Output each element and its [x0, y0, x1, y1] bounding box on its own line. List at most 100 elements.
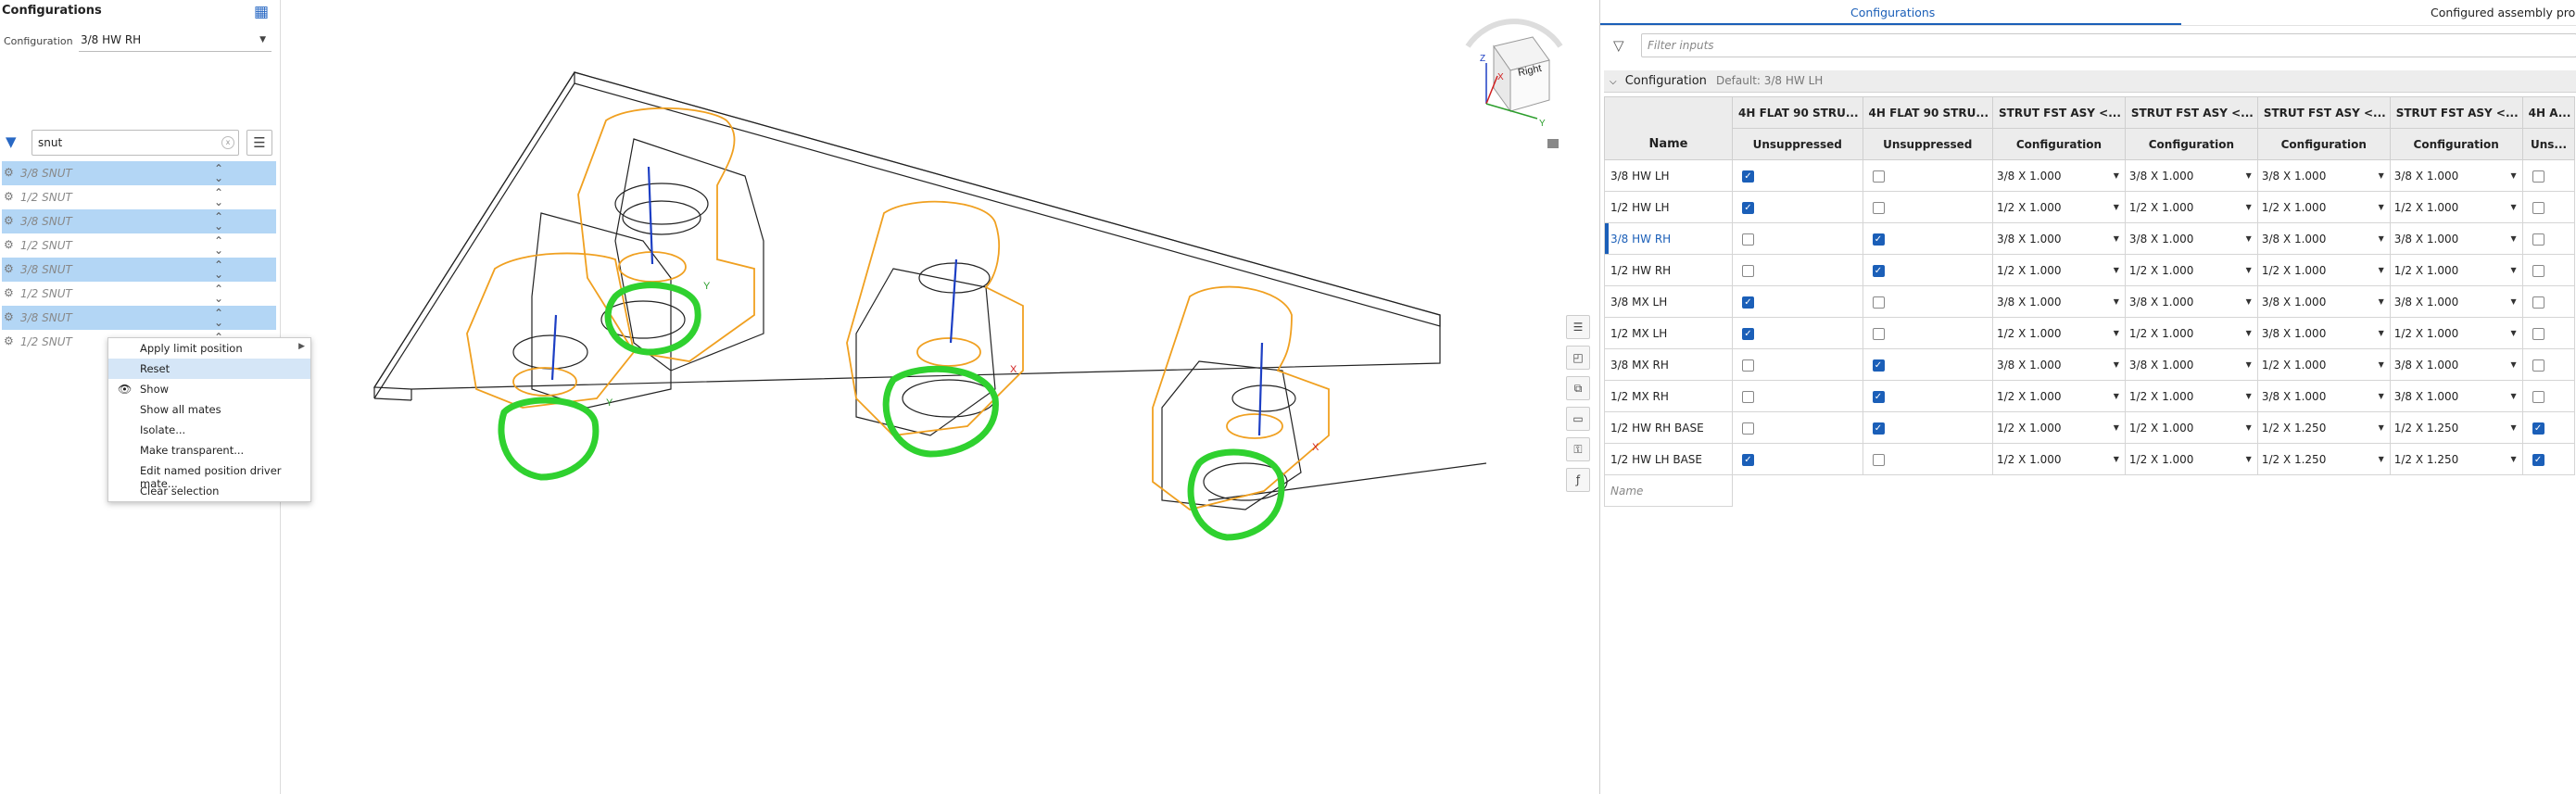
configuration-section-header[interactable]: ⌵ Configuration Default: 3/8 HW LH: [1604, 70, 2576, 93]
context-menu-item[interactable]: Apply limit position ▶: [108, 338, 310, 359]
context-menu-item[interactable]: Show all mates: [108, 399, 310, 420]
unsuppressed-cell-1[interactable]: [1732, 411, 1863, 444]
configuration-dropdown[interactable]: 3/8 X 1.000 ▼: [2389, 285, 2523, 318]
checkbox[interactable]: [1742, 390, 1754, 403]
mate-list-item[interactable]: ⚙ 3/8 SNUT ⌃ ⌄: [2, 161, 276, 185]
table-row[interactable]: 1/2 HW LH BASE ✓ 1/2 X 1.000 ▼ 1/2 X 1.000 ▼ 1…: [1604, 443, 2576, 475]
unsuppressed-cell-2[interactable]: ✓: [1862, 254, 1993, 286]
checkbox[interactable]: ✓: [1742, 170, 1754, 183]
drag-handle-icon[interactable]: ⌃⌄: [214, 259, 223, 280]
tab-configured-assembly-properties[interactable]: Configured assembly prope: [2431, 6, 2576, 19]
configuration-dropdown[interactable]: 1/2 X 1.000 ▼: [2124, 380, 2258, 412]
unsuppressed-cell-2[interactable]: ✓: [1862, 380, 1993, 412]
properties-icon[interactable]: ☰: [1566, 315, 1590, 339]
drag-handle-icon[interactable]: ⌃⌄: [214, 187, 223, 208]
unsuppressed-cell-1[interactable]: ✓: [1732, 285, 1863, 318]
configuration-name[interactable]: 1/2 HW LH: [1604, 191, 1733, 223]
mate-list-item[interactable]: ⚙ 3/8 SNUT ⌃ ⌄: [2, 258, 276, 282]
context-menu-item[interactable]: Edit named position driver mate...: [108, 460, 310, 490]
checkbox[interactable]: ✓: [1742, 201, 1754, 214]
mate-list-item[interactable]: ⚙ 1/2 SNUT ⌃⌄: [2, 185, 276, 209]
checkbox[interactable]: [1742, 359, 1754, 372]
unsuppressed-cell-1[interactable]: [1732, 348, 1863, 381]
list-view-icon[interactable]: ☰: [246, 130, 272, 156]
unsuppressed-cell-2[interactable]: [1862, 191, 1993, 223]
configuration-dropdown[interactable]: 1/2 X 1.000 ▼: [1992, 191, 2126, 223]
checkbox[interactable]: [2532, 327, 2544, 340]
checkbox[interactable]: [1742, 422, 1754, 435]
drag-handle-icon[interactable]: ⌃⌄: [214, 211, 223, 232]
configuration-dropdown[interactable]: 3/8 X 1.000 ▼: [2124, 222, 2258, 255]
configuration-dropdown[interactable]: 1/2 X 1.000 ▼: [2256, 254, 2391, 286]
unsuppressed-cell-2[interactable]: [1862, 159, 1993, 192]
configuration-dropdown[interactable]: 1/2 X 1.000 ▼: [2389, 317, 2523, 349]
checkbox[interactable]: ✓: [1872, 422, 1885, 435]
checkbox[interactable]: [1872, 170, 1885, 183]
table-row[interactable]: 1/2 HW RH BASE ✓ 1/2 X 1.000 ▼ 1/2 X 1.000 ▼ 1…: [1604, 411, 2576, 444]
configuration-dropdown[interactable]: 1/2 X 1.000 ▼: [2256, 191, 2391, 223]
unsuppressed-cell-1[interactable]: ✓: [1732, 191, 1863, 223]
checkbox[interactable]: ✓: [1742, 296, 1754, 309]
configuration-dropdown[interactable]: 1/2 X 1.000 ▼: [2124, 191, 2258, 223]
configuration-dropdown[interactable]: 3/8 X 1.000 ▼: [1992, 222, 2126, 255]
column-header-title[interactable]: 4H FLAT 90 STRU...: [1862, 96, 1993, 129]
unsuppressed-cell-7[interactable]: [2521, 348, 2576, 381]
configuration-dropdown[interactable]: 1/2 X 1.000 ▼: [2389, 191, 2523, 223]
configuration-name[interactable]: 1/2 HW RH: [1604, 254, 1733, 286]
configuration-dropdown[interactable]: 1/2 X 1.000 ▼: [1992, 380, 2126, 412]
checkbox[interactable]: [1872, 201, 1885, 214]
context-menu-item[interactable]: Isolate...: [108, 420, 310, 440]
table-row[interactable]: 3/8 HW RH ✓ 3/8 X 1.000 ▼ 3/8 X 1.000 ▼ 3/8 X …: [1604, 222, 2576, 255]
configuration-dropdown[interactable]: 1/2 X 1.000 ▼: [1992, 317, 2126, 349]
checkbox[interactable]: [2532, 233, 2544, 246]
checkbox[interactable]: ✓: [2532, 453, 2544, 466]
unsuppressed-cell-7[interactable]: ✓: [2521, 411, 2576, 444]
checkbox[interactable]: [2532, 359, 2544, 372]
configuration-dropdown[interactable]: 1/2 X 1.000 ▼: [1992, 411, 2126, 444]
configuration-name[interactable]: 1/2 MX LH: [1604, 317, 1733, 349]
checkbox[interactable]: ✓: [2532, 422, 2544, 435]
configuration-dropdown[interactable]: 3/8 X 1.000 ▼: [2256, 380, 2391, 412]
new-configuration-name-input[interactable]: Name: [1604, 474, 1733, 507]
filter-icon[interactable]: ▼: [6, 133, 17, 150]
unsuppressed-cell-1[interactable]: [1732, 222, 1863, 255]
checkbox[interactable]: [2532, 296, 2544, 309]
checkbox[interactable]: [1872, 296, 1885, 309]
column-header-title[interactable]: 4H FLAT 90 STRU...: [1732, 96, 1863, 129]
parts-icon[interactable]: ◰: [1566, 346, 1590, 370]
assembly-drawing[interactable]: Y Y X X: [282, 0, 1597, 794]
unsuppressed-cell-1[interactable]: ✓: [1732, 317, 1863, 349]
unsuppressed-cell-7[interactable]: [2521, 285, 2576, 318]
variables-icon[interactable]: ƒ: [1566, 468, 1590, 492]
unsuppressed-cell-7[interactable]: [2521, 159, 2576, 192]
configuration-dropdown[interactable]: 1/2 X 1.250 ▼: [2256, 411, 2391, 444]
search-input[interactable]: snut x: [32, 130, 239, 156]
mate-list-item[interactable]: ⚙ 3/8 SNUT ⌃ ⌄: [2, 306, 276, 330]
column-header-title[interactable]: STRUT FST ASY <...: [2256, 96, 2391, 129]
mates-icon[interactable]: ⧉: [1566, 376, 1590, 400]
configuration-name[interactable]: 3/8 HW LH: [1604, 159, 1733, 192]
configuration-name[interactable]: 3/8 MX LH: [1604, 285, 1733, 318]
checkbox[interactable]: [1742, 233, 1754, 246]
configuration-dropdown[interactable]: 3/8 X 1.000 ▼: [2124, 348, 2258, 381]
drag-handle-icon[interactable]: ⌃⌄: [214, 163, 223, 183]
filter-icon[interactable]: ▽: [1613, 37, 1624, 54]
unsuppressed-cell-2[interactable]: [1862, 317, 1993, 349]
configuration-dropdown[interactable]: 1/2 X 1.250 ▼: [2389, 411, 2523, 444]
filter-inputs-field[interactable]: Filter inputs: [1641, 33, 2576, 57]
checkbox[interactable]: ✓: [1872, 264, 1885, 277]
tab-configurations[interactable]: Configurations: [1850, 6, 1935, 19]
table-row[interactable]: 1/2 MX RH ✓ 1/2 X 1.000 ▼ 1/2 X 1.000 ▼ 3/8 X …: [1604, 380, 2576, 412]
unsuppressed-cell-1[interactable]: ✓: [1732, 159, 1863, 192]
mate-list-item[interactable]: ⚙ 1/2 SNUT ⌃⌄: [2, 233, 276, 258]
table-row[interactable]: 3/8 MX RH ✓ 3/8 X 1.000 ▼ 3/8 X 1.000 ▼ 1/2 X …: [1604, 348, 2576, 381]
table-row[interactable]: 1/2 HW LH ✓ 1/2 X 1.000 ▼ 1/2 X 1.000 ▼ 1/2 X …: [1604, 191, 2576, 223]
unsuppressed-cell-1[interactable]: ✓: [1732, 443, 1863, 475]
checkbox[interactable]: ✓: [1872, 390, 1885, 403]
context-menu-item[interactable]: Make transparent...: [108, 440, 310, 460]
checkbox[interactable]: [2532, 264, 2544, 277]
unsuppressed-cell-2[interactable]: ✓: [1862, 411, 1993, 444]
checkbox[interactable]: ✓: [1872, 233, 1885, 246]
configuration-name[interactable]: 3/8 MX RH: [1604, 348, 1733, 381]
graphics-viewport[interactable]: Y Y X X Right Z X Y: [282, 0, 1597, 794]
